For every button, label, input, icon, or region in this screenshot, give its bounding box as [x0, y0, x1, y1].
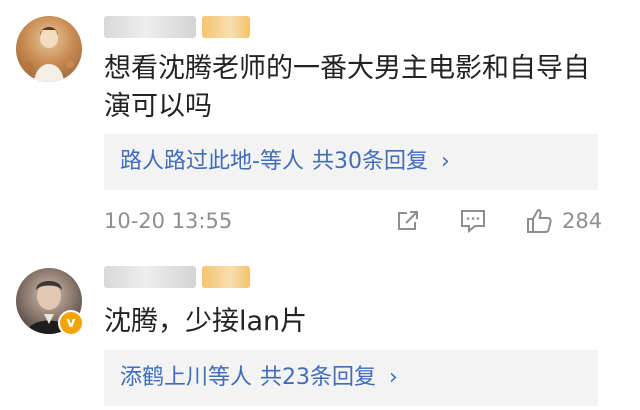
- share-button[interactable]: [394, 205, 422, 237]
- replies-total: 共30条回复: [311, 149, 428, 174]
- comment-meta: 10-20 13:55 284: [104, 205, 604, 237]
- replies-summary[interactable]: 路人路过此地-等人 共30条回复 ›: [104, 134, 598, 190]
- timestamp: 10-20 13:55: [104, 209, 233, 233]
- replies-summary[interactable]: 添鹤上川等人 共23条回复 ›: [104, 350, 598, 406]
- replies-total: 共23条回复: [260, 365, 377, 390]
- avatar-illustration-icon: [23, 27, 74, 82]
- comment-icon: [461, 210, 485, 234]
- comment-text: 沈腾，少接lan片: [104, 306, 308, 337]
- replies-link[interactable]: 路人路过此地-等人 共30条回复 ›: [120, 146, 450, 178]
- comment-text: 想看沈腾老师的一番大男主电影和自导自演可以吗: [104, 53, 590, 122]
- share-icon: [398, 211, 418, 230]
- avatar[interactable]: [16, 16, 82, 82]
- replies-users: 添鹤上川等人: [120, 365, 253, 390]
- verified-badge: v: [58, 310, 84, 336]
- like-icon: [527, 209, 552, 233]
- chevron-right-icon: ›: [389, 365, 398, 390]
- username-redacted[interactable]: [104, 16, 196, 38]
- username-redacted[interactable]: [104, 266, 196, 288]
- like-button[interactable]: 284: [524, 205, 602, 237]
- replies-link[interactable]: 添鹤上川等人 共23条回复 ›: [120, 362, 398, 394]
- chevron-right-icon: ›: [440, 149, 450, 174]
- like-count: 284: [562, 209, 603, 233]
- user-level-badge-redacted: [202, 16, 250, 38]
- user-level-badge-redacted: [202, 266, 250, 288]
- comment-button[interactable]: [458, 205, 488, 237]
- replies-users: 路人路过此地-等人: [120, 149, 304, 174]
